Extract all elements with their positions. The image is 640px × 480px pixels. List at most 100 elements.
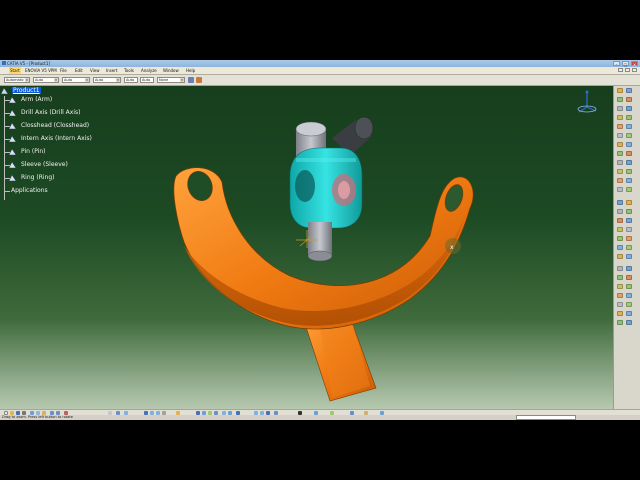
specification-tree: Product1 Arm (Arm) Drill Axis (Drill Axi… <box>0 86 120 216</box>
doc-restore-button[interactable] <box>625 68 630 72</box>
toolbar-icon[interactable] <box>617 209 623 214</box>
toolbar-icon[interactable] <box>626 106 632 111</box>
toolbar-icon[interactable] <box>617 97 623 102</box>
toolbar-icon[interactable] <box>617 106 623 111</box>
toolbar-icon[interactable] <box>617 142 623 147</box>
toolbar-icon[interactable] <box>617 218 623 223</box>
chevron-down-icon: ▾ <box>180 78 184 82</box>
tree-item-sleeve[interactable]: Sleeve (Sleeve) <box>21 161 68 168</box>
menu-enovia[interactable]: ENOVIA V5 VPM <box>25 67 57 74</box>
toolbar-icon[interactable] <box>617 124 623 129</box>
toolbar-icon[interactable] <box>617 200 623 205</box>
doc-minimize-button[interactable] <box>618 68 623 72</box>
toolbar-icon[interactable] <box>626 236 632 241</box>
tree-item-ring[interactable]: Ring (Ring) <box>21 174 54 181</box>
toolbar-icon[interactable] <box>617 293 623 298</box>
tree-item-intern-axis[interactable]: Intern Axis (Intern Axis) <box>21 135 92 142</box>
toolbar-icon[interactable] <box>626 97 632 102</box>
crosshead-part[interactable] <box>289 147 363 229</box>
toolbar-icon[interactable] <box>626 227 632 232</box>
rendering-combo[interactable]: Auto <box>140 77 154 83</box>
toolbar-icon[interactable] <box>617 160 623 165</box>
toolbar-icon[interactable] <box>626 266 632 271</box>
toolbar-icon[interactable] <box>617 284 623 289</box>
tree-root-product1[interactable]: Product1 <box>12 87 41 94</box>
toolbar-icon[interactable] <box>617 133 623 138</box>
toolbar-icon[interactable] <box>626 178 632 183</box>
line-thickness-combo-value: Auto <box>64 78 73 82</box>
menu-help[interactable]: Help <box>186 67 195 74</box>
toolbar-icon[interactable] <box>617 178 623 183</box>
tree-item-applications[interactable]: Applications <box>11 187 48 194</box>
toolbar-icon[interactable] <box>626 293 632 298</box>
layer-combo-value: None <box>159 78 169 82</box>
toolbar-icon[interactable] <box>617 320 623 325</box>
chevron-down-icon: ▾ <box>85 78 89 82</box>
toolbar-icon[interactable] <box>626 275 632 280</box>
tree-item-arm[interactable]: Arm (Arm) <box>21 96 52 103</box>
close-button[interactable]: × <box>631 61 638 67</box>
painter-icon[interactable] <box>196 77 202 83</box>
toolbar-icon[interactable] <box>617 236 623 241</box>
toolbar-icon[interactable] <box>617 88 623 93</box>
toolbar-icon[interactable] <box>626 169 632 174</box>
catia-window: CATIA V5 - [Product1] – □ × Start ENOVIA… <box>0 60 640 420</box>
toolbar-icon[interactable] <box>626 302 632 307</box>
toolbar-icon[interactable] <box>617 302 623 307</box>
minimize-button[interactable]: – <box>613 61 620 67</box>
toolbar-icon[interactable] <box>626 284 632 289</box>
line-type-combo[interactable]: Auto ▾ <box>93 77 121 83</box>
line-thickness-combo[interactable]: Auto ▾ <box>62 77 90 83</box>
3d-viewport[interactable]: x Product1 Arm (Arm) Drill Axis (Drill A… <box>0 86 614 409</box>
toolbar-icon[interactable] <box>617 187 623 192</box>
menu-analyze[interactable]: Analyze <box>141 67 157 74</box>
part-icon <box>9 97 16 103</box>
menu-view[interactable]: View <box>90 67 100 74</box>
toolbar-icon[interactable] <box>617 245 623 250</box>
toolbar-icon[interactable] <box>617 169 623 174</box>
toolbar-icon[interactable] <box>626 160 632 165</box>
transparency-combo[interactable]: Auto ▾ <box>33 77 59 83</box>
tree-item-drill-axis[interactable]: Drill Axis (Drill Axis) <box>21 109 80 116</box>
toolbar-icon[interactable] <box>626 115 632 120</box>
chevron-down-icon: ▾ <box>116 78 120 82</box>
menu-window[interactable]: Window <box>163 67 179 74</box>
toolbar-icon[interactable] <box>626 151 632 156</box>
toolbar-icon[interactable] <box>626 133 632 138</box>
menu-insert[interactable]: Insert <box>106 67 117 74</box>
toolbar-icon[interactable] <box>626 218 632 223</box>
doc-close-button[interactable] <box>632 68 637 72</box>
toolbar-icon[interactable] <box>626 254 632 259</box>
toolbar-icon[interactable] <box>617 254 623 259</box>
point-type-combo[interactable]: Auto <box>124 77 138 83</box>
menu-edit[interactable]: Edit <box>75 67 83 74</box>
toolbar-icon[interactable] <box>617 227 623 232</box>
toolbar-icon[interactable] <box>626 142 632 147</box>
intern-axis-part[interactable] <box>307 222 333 262</box>
chevron-down-icon: ▾ <box>25 78 29 82</box>
toolbar-icon[interactable] <box>626 209 632 214</box>
toolbar-icon[interactable] <box>617 151 623 156</box>
toolbar-icon[interactable] <box>617 311 623 316</box>
toolbar-icon[interactable] <box>626 124 632 129</box>
layer-icon[interactable] <box>188 77 194 83</box>
toolbar-icon[interactable] <box>626 200 632 205</box>
toolbar-icon[interactable] <box>617 266 623 271</box>
layer-combo[interactable]: None ▾ <box>157 77 185 83</box>
toolbar-icon[interactable] <box>617 275 623 280</box>
toolbar-icon[interactable] <box>626 245 632 250</box>
part-icon <box>9 175 16 181</box>
toolbar-icon[interactable] <box>626 311 632 316</box>
maximize-button[interactable]: □ <box>622 61 629 67</box>
menu-file[interactable]: File <box>60 67 67 74</box>
toolbar-icon[interactable] <box>617 115 623 120</box>
color-combo[interactable]: Automatic ▾ <box>4 77 30 83</box>
toolbar-icon[interactable] <box>626 88 632 93</box>
compass-icon[interactable] <box>576 90 598 116</box>
menu-tools[interactable]: Tools <box>124 67 134 74</box>
toolbar-icon[interactable] <box>626 320 632 325</box>
toolbar-icon[interactable] <box>626 187 632 192</box>
tree-item-closshead[interactable]: Closshead (Closshead) <box>21 122 89 129</box>
tree-item-pin[interactable]: Pin (Pin) <box>21 148 46 155</box>
menu-start[interactable]: Start <box>9 67 21 74</box>
